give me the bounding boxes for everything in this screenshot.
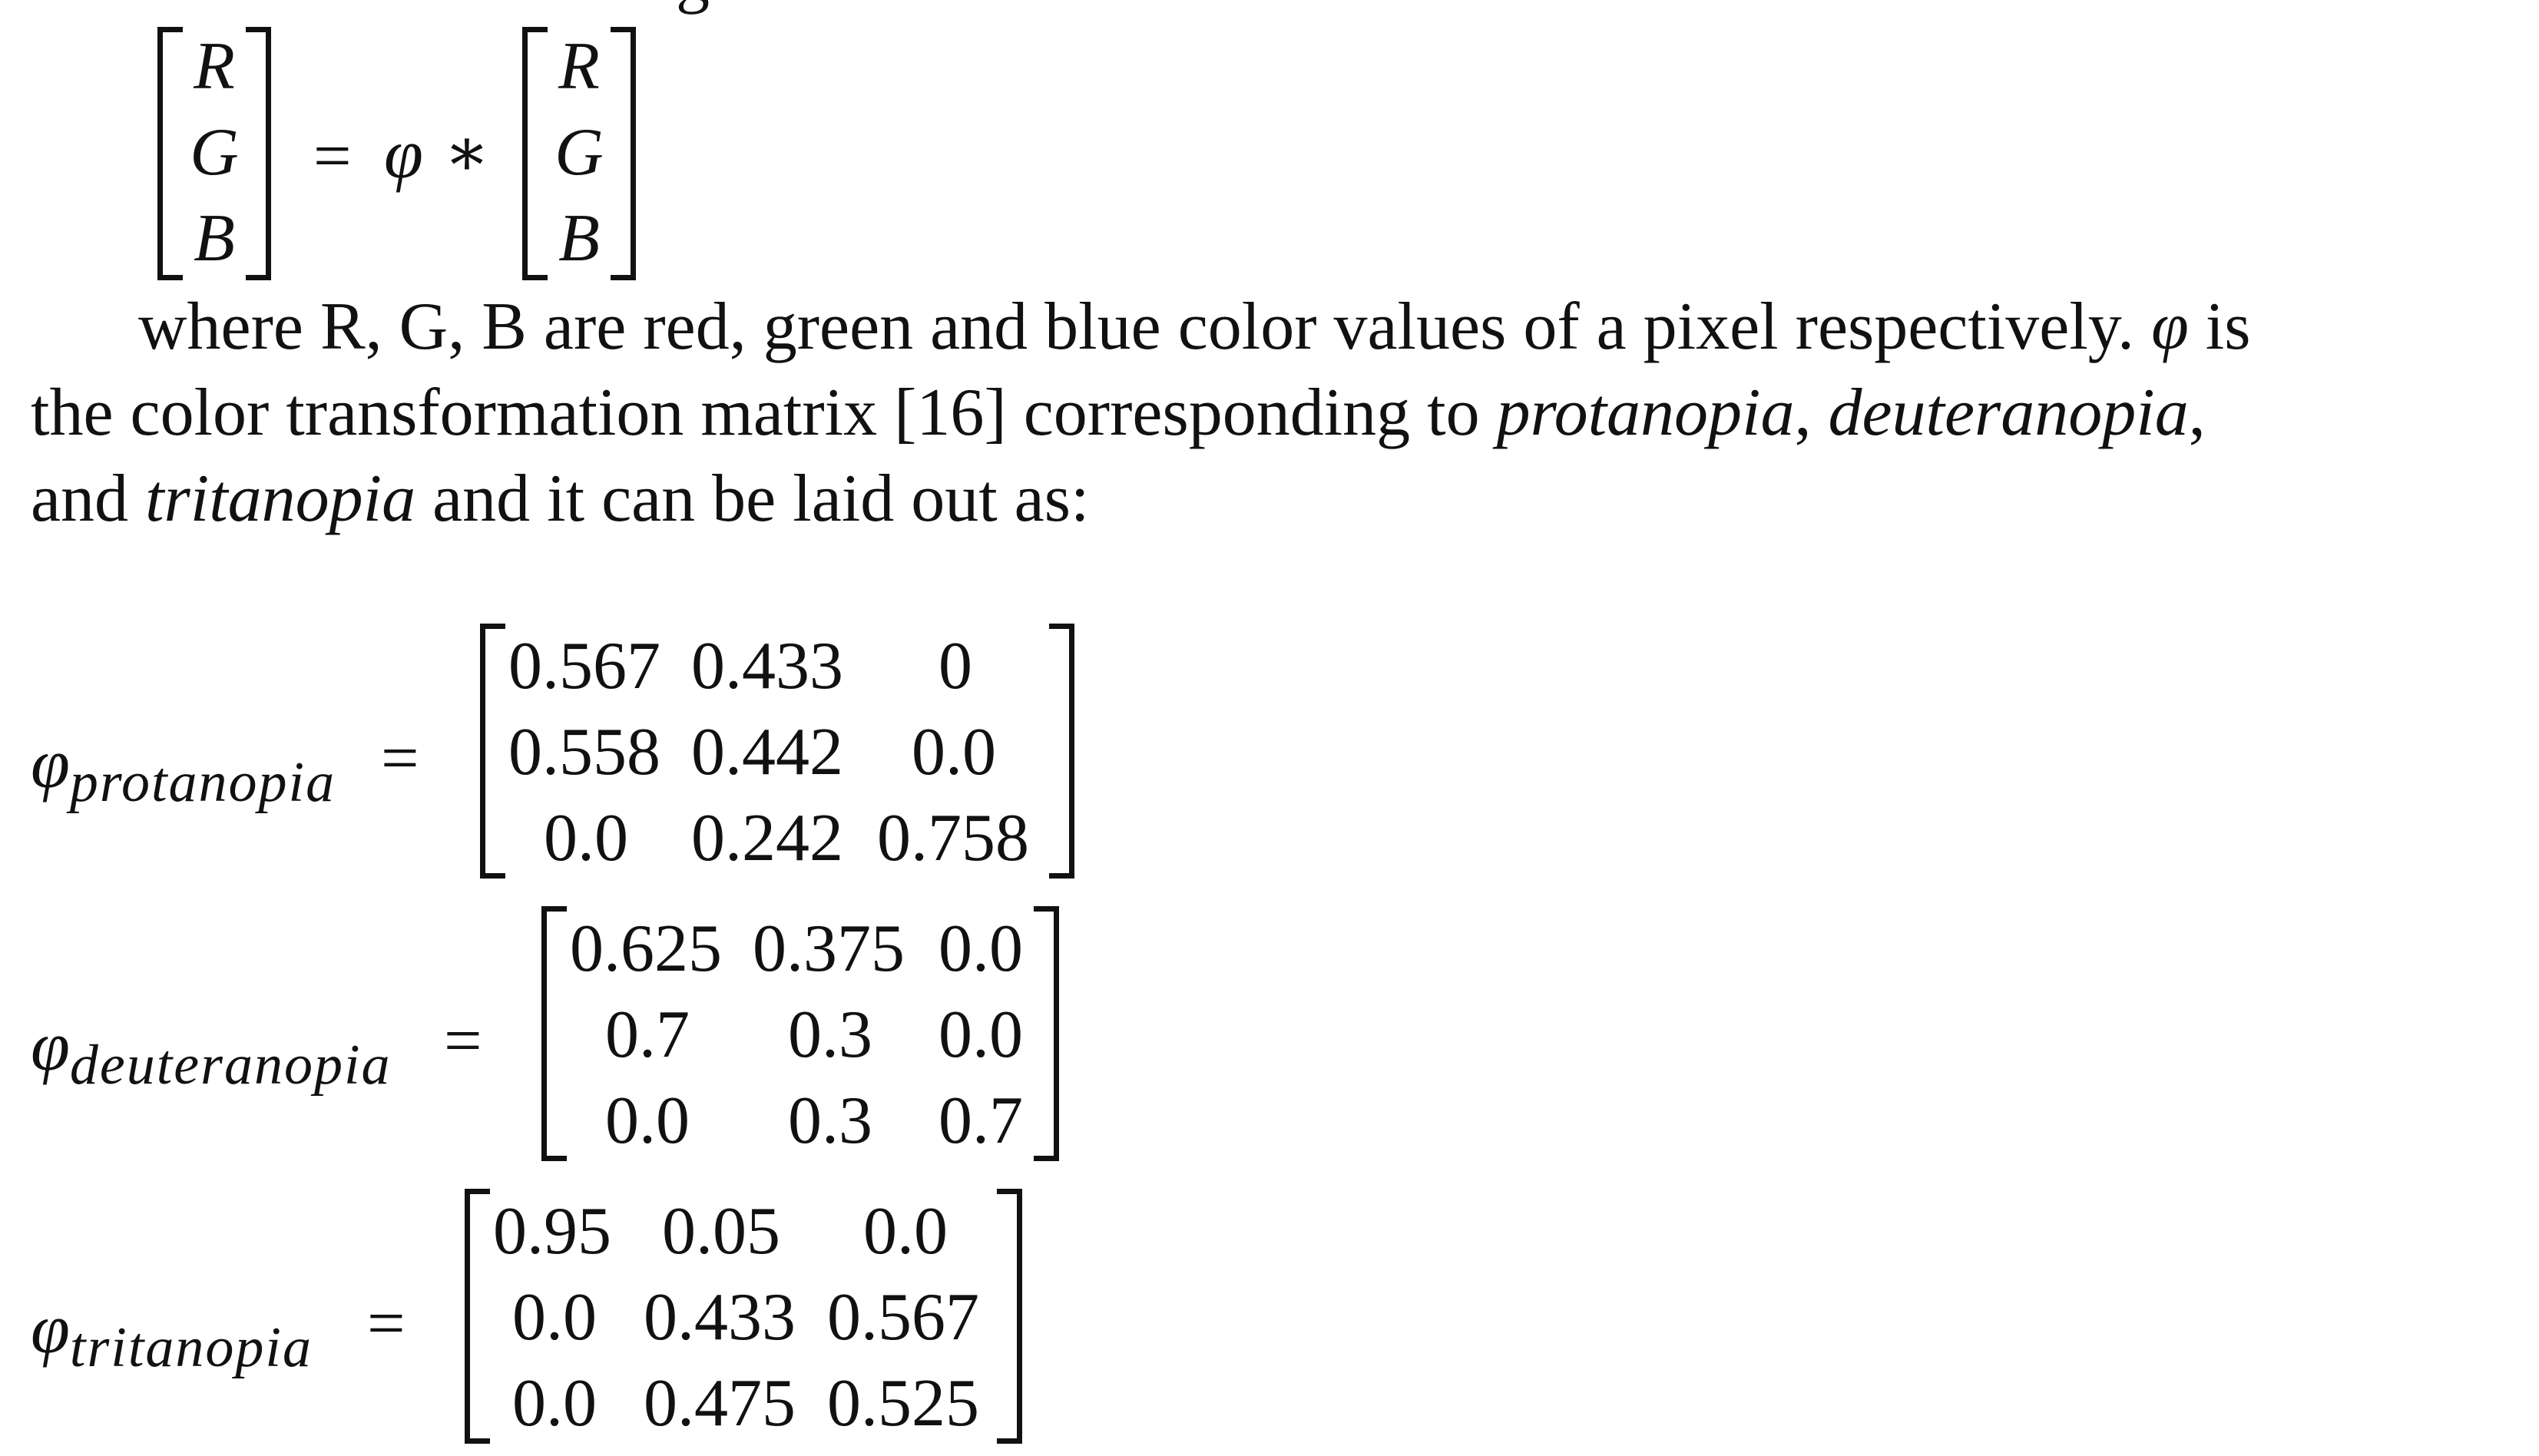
- phi-symbol: φ: [2151, 290, 2189, 364]
- convolution-operator: ∗: [444, 116, 490, 190]
- equals-sign: =: [444, 1004, 482, 1078]
- body-paragraph: where R, G, B are red, green and blue co…: [31, 284, 2519, 542]
- left-rgb-vector: R G B: [157, 27, 271, 280]
- text-span: ,: [1794, 376, 1829, 450]
- text-span: where R, G, B are red, green and blue co…: [138, 290, 2152, 364]
- text-span: and it can be laid out as:: [415, 462, 1090, 536]
- matrix-cell: 0.567: [827, 1280, 979, 1355]
- right-rgb-vector: R G B: [522, 27, 636, 280]
- matrix-cell: 0: [938, 629, 972, 703]
- text-span: ,: [2188, 376, 2206, 450]
- matrix-cell: 0.567: [508, 629, 660, 703]
- vector-entry-g: G: [190, 115, 239, 190]
- matrix-cell: 0.0: [605, 1084, 690, 1158]
- paper-page: g R G B = φ ∗ R G B where R, G, B are re…: [0, 0, 2539, 1456]
- phi-subscript: deuteranopia: [69, 1034, 392, 1097]
- paragraph-line-2: the color transformation matrix [16] cor…: [31, 370, 2519, 456]
- cut-off-text-fragment: g: [676, 0, 710, 12]
- phi-deuteranopia-label: φdeuteranopia: [31, 1011, 392, 1094]
- phi-subscript: protanopia: [69, 751, 336, 814]
- matrix-cell: 0.625: [570, 912, 722, 986]
- matrix-cell: 0.3: [788, 1084, 872, 1158]
- matrix-cell: 0.0: [544, 801, 628, 875]
- phi-protanopia-label: φprotanopia: [31, 728, 336, 811]
- matrix-cell: 0.475: [644, 1366, 796, 1441]
- matrix-cell: 0.433: [644, 1280, 796, 1355]
- vector-entry-g: G: [554, 115, 604, 190]
- equals-sign: =: [367, 1286, 406, 1361]
- matrix-cell: 0.0: [938, 912, 1023, 986]
- matrix-cell: 0.0: [512, 1366, 597, 1441]
- vector-entry-b: B: [194, 201, 235, 276]
- text-span: and: [31, 462, 146, 536]
- protanopia-matrix: 0.567 0.433 0 0.558 0.442 0.0 0.0 0.242 …: [480, 624, 1074, 879]
- matrix-cell: 0.0: [512, 1280, 597, 1355]
- text-span: is: [2188, 290, 2251, 364]
- deuteranopia-matrix: 0.625 0.375 0.0 0.7 0.3 0.0 0.0 0.3 0.7: [541, 906, 1059, 1161]
- matrix-cell: 0.3: [788, 998, 872, 1072]
- matrix-cell: 0.375: [753, 912, 905, 986]
- phi-symbol: φ: [31, 1289, 70, 1368]
- equals-sign: =: [381, 721, 419, 796]
- phi-symbol: φ: [31, 1007, 70, 1085]
- matrix-cell: 0.7: [938, 1084, 1023, 1158]
- text-span: the color transformation matrix [16] cor…: [31, 376, 1497, 450]
- matrix-cell: 0.05: [662, 1194, 780, 1269]
- vector-entry-b: B: [558, 201, 600, 276]
- matrix-cell: 0.0: [938, 998, 1023, 1072]
- tritanopia-matrix: 0.95 0.05 0.0 0.0 0.433 0.567 0.0 0.475 …: [465, 1189, 1022, 1444]
- matrix-cell: 0.7: [605, 998, 690, 1072]
- emphasis-tritanopia: tritanopia: [145, 462, 416, 536]
- vector-entry-r: R: [194, 29, 235, 104]
- paragraph-line-1: where R, G, B are red, green and blue co…: [31, 284, 2519, 370]
- matrix-cell: 0.0: [863, 1194, 948, 1269]
- matrix-cell: 0.95: [493, 1194, 611, 1269]
- paragraph-line-3: and tritanopia and it can be laid out as…: [31, 456, 2519, 542]
- equals-sign: =: [313, 119, 352, 194]
- vector-entry-r: R: [558, 29, 600, 104]
- matrix-cell: 0.433: [691, 629, 843, 703]
- matrix-cell: 0.442: [691, 715, 843, 789]
- emphasis-deuteranopia: deuteranopia: [1828, 376, 2189, 450]
- phi-symbol: φ: [384, 114, 423, 193]
- phi-subscript: tritanopia: [69, 1316, 313, 1379]
- matrix-cell: 0.525: [827, 1366, 979, 1441]
- matrix-cell: 0.242: [691, 801, 843, 875]
- matrix-cell: 0.558: [508, 715, 660, 789]
- phi-tritanopia-label: φtritanopia: [31, 1293, 313, 1376]
- emphasis-protanopia: protanopia: [1496, 376, 1795, 450]
- phi-symbol: φ: [31, 724, 70, 802]
- matrix-cell: 0.758: [877, 801, 1029, 875]
- matrix-cell: 0.0: [912, 715, 996, 789]
